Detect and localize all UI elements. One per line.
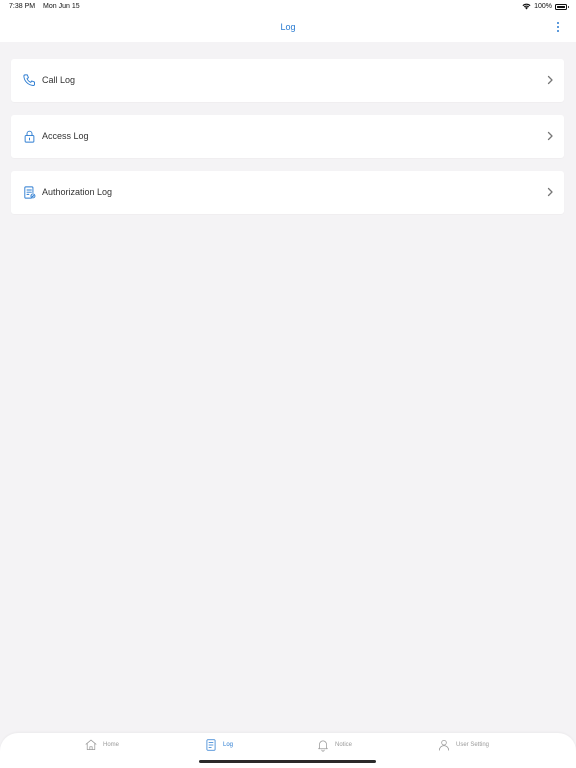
phone-icon (23, 74, 35, 86)
access-log-label: Access Log (42, 131, 89, 141)
authorization-log-label: Authorization Log (42, 187, 113, 197)
status-indicators: 100% (522, 3, 569, 10)
home-indicator[interactable] (199, 760, 376, 763)
home-icon (85, 739, 97, 751)
status-date: Mon Jun 15 (43, 3, 80, 10)
chevron-right-icon (547, 75, 553, 85)
tab-log-label: Log (223, 742, 234, 748)
status-time-date: 7:38 PM Mon Jun 15 (9, 3, 86, 10)
page-title: Log (280, 22, 296, 32)
call-log-label: Call Log (42, 75, 76, 85)
tab-home-label: Home (103, 742, 120, 748)
status-time: 7:38 PM (9, 3, 36, 10)
more-vertical-icon[interactable] (552, 20, 564, 34)
user-icon (438, 739, 450, 751)
document-check-icon (24, 186, 36, 199)
nav-bar: Log (0, 14, 576, 42)
bell-icon (318, 740, 328, 752)
log-icon (206, 739, 216, 751)
chevron-right-icon (547, 131, 553, 141)
call-log-item[interactable]: Call Log (11, 59, 564, 102)
battery-percent: 100% (534, 3, 552, 10)
battery-icon (555, 3, 569, 10)
tab-home[interactable]: Home (84, 738, 119, 752)
tab-notice[interactable]: Notice (316, 738, 352, 752)
tab-notice-label: Notice (335, 742, 353, 748)
status-bar: 7:38 PM Mon Jun 15 100% (0, 0, 576, 14)
authorization-log-item[interactable]: Authorization Log (11, 171, 564, 214)
wifi-icon (522, 3, 531, 10)
log-list: Call Log Access Log Authorization Log (11, 59, 564, 227)
chevron-right-icon (547, 187, 553, 197)
tab-user-setting[interactable]: User Setting (437, 738, 489, 752)
tab-user-setting-label: User Setting (456, 742, 490, 748)
access-log-item[interactable]: Access Log (11, 115, 564, 158)
tab-log[interactable]: Log (204, 738, 233, 752)
lock-icon (24, 130, 35, 143)
